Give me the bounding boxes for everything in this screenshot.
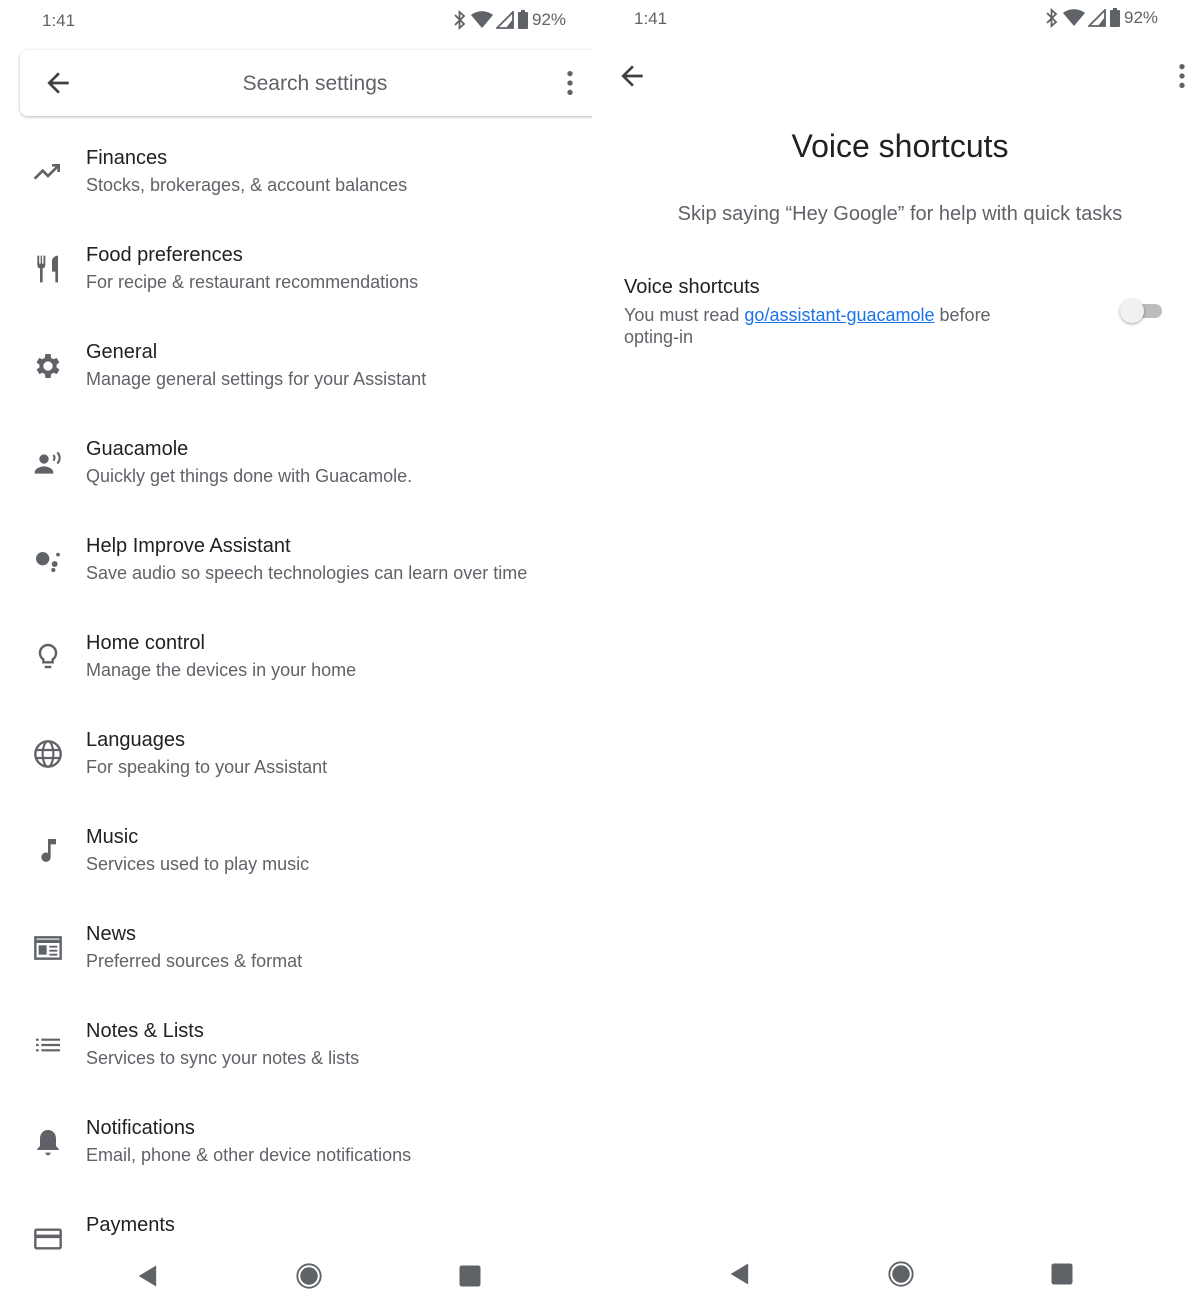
voice-person-icon [32, 447, 64, 479]
assistant-dots-icon [32, 544, 64, 576]
item-title: Payments [86, 1214, 175, 1236]
settings-item-home-control[interactable]: Home control Manage the devices in your … [0, 615, 592, 712]
item-subtitle: For recipe & restaurant recommendations [86, 272, 419, 292]
battery-icon [517, 10, 529, 30]
toggle-thumb [1120, 299, 1144, 323]
nav-home-icon[interactable] [295, 1262, 323, 1290]
item-title: Home control [86, 632, 205, 654]
arrow-back-icon[interactable] [616, 60, 648, 92]
more-vert-icon[interactable] [1166, 60, 1198, 92]
status-bar: 1:41 92% [600, 0, 1200, 42]
music-note-icon [32, 835, 64, 867]
preference-summary: You must read go/assistant-guacamole bef… [624, 304, 1044, 348]
item-subtitle: Manage the devices in your home [86, 660, 357, 680]
nav-bar [0, 1252, 592, 1308]
item-title: Help Improve Assistant [86, 535, 291, 557]
item-title: Notifications [86, 1117, 195, 1139]
nav-recents-icon[interactable] [456, 1262, 484, 1290]
status-icons: 92% [1044, 8, 1158, 28]
nav-back-icon[interactable] [134, 1262, 162, 1290]
gear-icon [32, 350, 64, 382]
voice-shortcuts-screen: 1:41 92% Voice shortcuts Skip saying “He… [600, 0, 1200, 1308]
item-subtitle: Services used to play music [86, 854, 310, 874]
item-subtitle: Preferred sources & format [86, 951, 303, 971]
battery-percent: 92% [532, 10, 567, 29]
bluetooth-icon [452, 10, 468, 30]
item-subtitle: Stocks, brokerages, & account balances [86, 175, 408, 195]
item-title: General [86, 341, 158, 363]
item-subtitle: For speaking to your Assistant [86, 757, 328, 777]
item-title: Guacamole [86, 438, 189, 460]
bell-icon [32, 1126, 64, 1158]
page-description: Skip saying “Hey Google” for help with q… [677, 203, 1123, 225]
item-subtitle: Services to sync your notes & lists [86, 1048, 360, 1068]
signal-icon [496, 11, 514, 29]
item-title: Languages [86, 729, 185, 751]
settings-item-notifications[interactable]: Notifications Email, phone & other devic… [0, 1100, 592, 1197]
nav-recents-icon[interactable] [1048, 1260, 1076, 1288]
item-title: Finances [86, 147, 168, 169]
settings-item-music[interactable]: Music Services used to play music [0, 809, 592, 906]
trending-up-icon [32, 156, 64, 188]
voice-shortcuts-toggle[interactable] [1120, 298, 1164, 324]
settings-item-general[interactable]: General Manage general settings for your… [0, 324, 592, 421]
settings-item-finances[interactable]: Finances Stocks, brokerages, & account b… [0, 130, 592, 227]
globe-icon [32, 738, 64, 770]
search-bar[interactable]: Search settings [20, 50, 592, 116]
settings-item-notes-lists[interactable]: Notes & Lists Services to sync your note… [0, 1003, 592, 1100]
settings-screen: 1:41 92% Search settings Finances Stocks… [0, 0, 592, 1308]
voice-shortcuts-preference[interactable]: Voice shortcuts You must read go/assista… [624, 274, 1184, 354]
nav-bar [600, 1250, 1200, 1306]
newspaper-icon [32, 932, 64, 964]
battery-icon [1109, 8, 1121, 28]
bluetooth-icon [1044, 8, 1060, 28]
search-input[interactable]: Search settings [20, 72, 592, 96]
status-bar: 1:41 92% [0, 0, 592, 42]
status-icons: 92% [452, 10, 566, 30]
item-subtitle: Manage general settings for your Assista… [86, 369, 427, 389]
item-title: Notes & Lists [86, 1020, 204, 1042]
item-title: Music [86, 826, 139, 848]
page-title: Voice shortcuts [791, 128, 1009, 164]
preference-title: Voice shortcuts [624, 276, 760, 298]
item-subtitle: Quickly get things done with Guacamole. [86, 466, 413, 486]
summary-prefix: You must read [624, 305, 745, 325]
wifi-icon [471, 11, 493, 29]
guacamole-link[interactable]: go/assistant-guacamole [744, 305, 934, 325]
status-time: 1:41 [634, 9, 668, 28]
lightbulb-icon [32, 641, 64, 673]
settings-item-news[interactable]: News Preferred sources & format [0, 906, 592, 1003]
item-title: News [86, 923, 137, 945]
item-subtitle: Email, phone & other device notification… [86, 1145, 412, 1165]
battery-percent: 92% [1124, 8, 1159, 27]
item-subtitle: Save audio so speech technologies can le… [86, 563, 528, 583]
signal-icon [1088, 9, 1106, 27]
list-icon [32, 1029, 64, 1061]
item-title: Food preferences [86, 244, 243, 266]
settings-list: Finances Stocks, brokerages, & account b… [0, 130, 592, 1294]
restaurant-icon [32, 253, 64, 285]
more-vert-icon[interactable] [554, 67, 586, 99]
settings-item-help-improve-assistant[interactable]: Help Improve Assistant Save audio so spe… [0, 518, 592, 615]
nav-home-icon[interactable] [887, 1260, 915, 1288]
status-time: 1:41 [42, 11, 76, 30]
credit-card-icon [32, 1223, 64, 1255]
nav-back-icon[interactable] [726, 1260, 754, 1288]
settings-item-languages[interactable]: Languages For speaking to your Assistant [0, 712, 592, 809]
wifi-icon [1063, 9, 1085, 27]
settings-item-guacamole[interactable]: Guacamole Quickly get things done with G… [0, 421, 592, 518]
settings-item-food-preferences[interactable]: Food preferences For recipe & restaurant… [0, 227, 592, 324]
